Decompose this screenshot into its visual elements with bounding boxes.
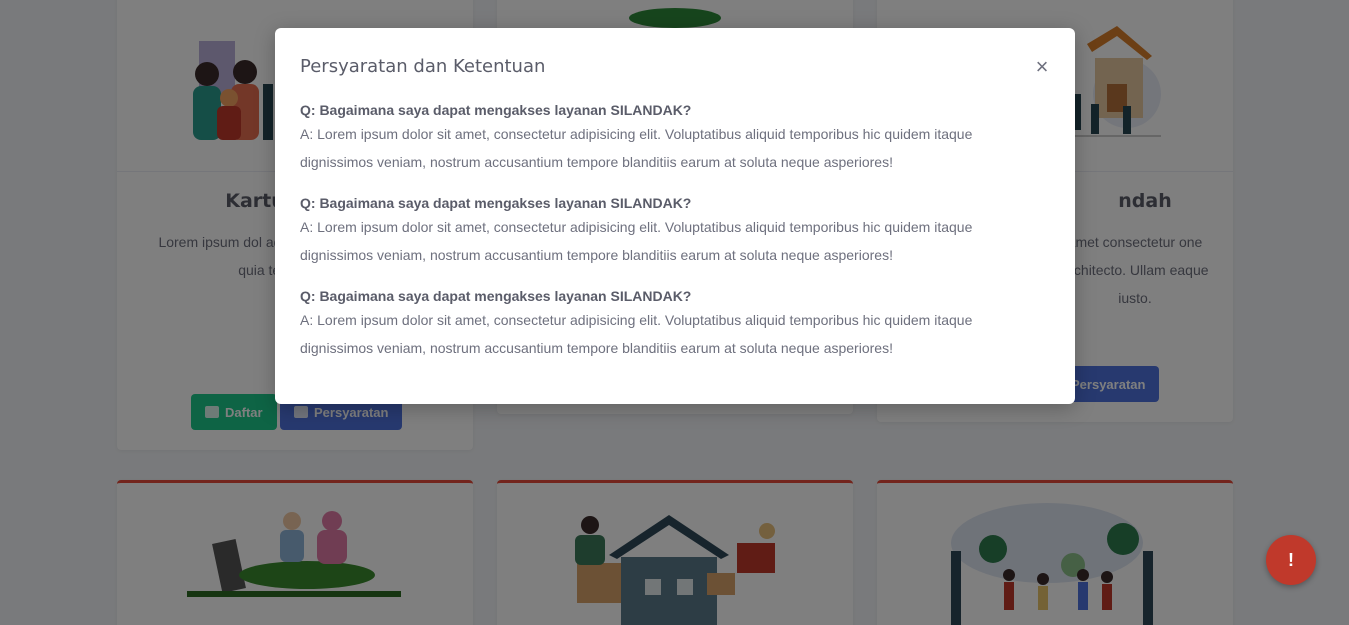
modal-title: Persyaratan dan Ketentuan (300, 56, 546, 77)
faq-item: Q: Bagaimana saya dapat mengakses layana… (300, 193, 1020, 269)
terms-modal: Persyaratan dan Ketentuan × Q: Bagaimana… (275, 28, 1075, 404)
faq-item: Q: Bagaimana saya dapat mengakses layana… (300, 100, 1020, 176)
alert-button[interactable]: ! (1266, 535, 1316, 585)
faq-answer: A: Lorem ipsum dolor sit amet, consectet… (300, 219, 973, 263)
faq-answer: A: Lorem ipsum dolor sit amet, consectet… (300, 312, 973, 356)
faq-question: Q: Bagaimana saya dapat mengakses layana… (300, 195, 692, 211)
close-icon[interactable]: × (1029, 54, 1055, 80)
faq-answer: A: Lorem ipsum dolor sit amet, consectet… (300, 126, 973, 170)
faq-question: Q: Bagaimana saya dapat mengakses layana… (300, 102, 692, 118)
faq-question: Q: Bagaimana saya dapat mengakses layana… (300, 288, 692, 304)
faq-item: Q: Bagaimana saya dapat mengakses layana… (300, 286, 1020, 362)
